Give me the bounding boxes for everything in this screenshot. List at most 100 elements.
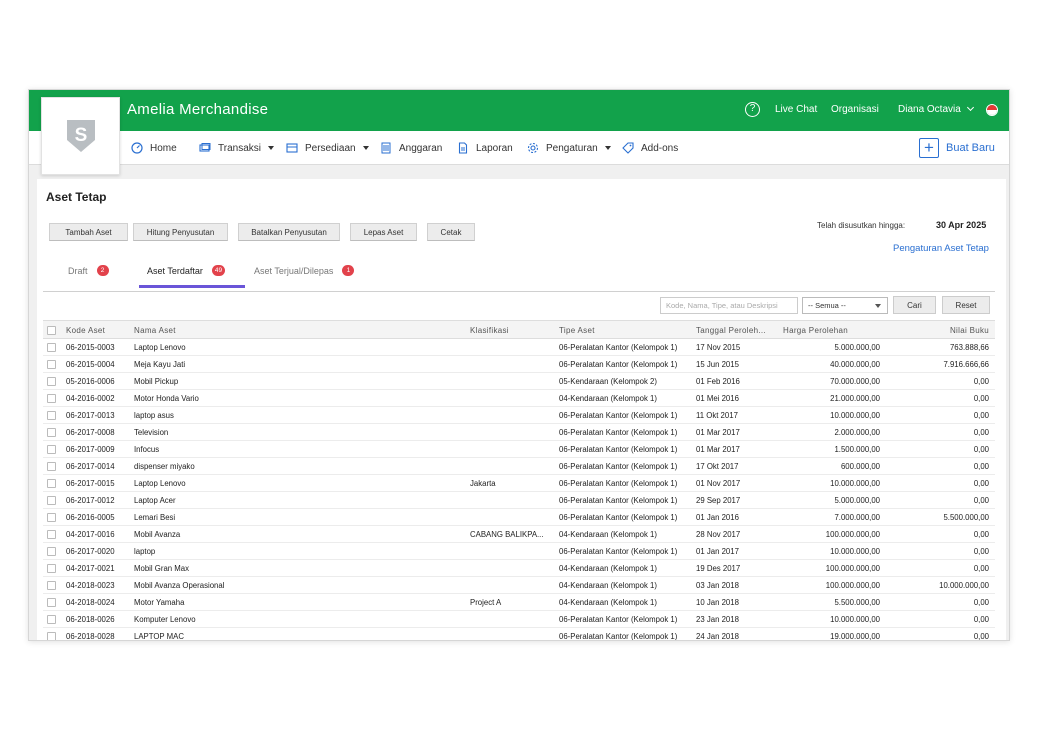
cell-nama: Laptop Lenovo xyxy=(134,479,186,488)
cell-nama: Mobil Gran Max xyxy=(134,564,190,573)
category-select-value: -- Semua -- xyxy=(808,301,846,310)
user-name: Diana Octavia xyxy=(898,104,961,115)
row-checkbox[interactable] xyxy=(47,428,56,437)
row-checkbox[interactable] xyxy=(47,343,56,352)
cell-tipe: 06-Peralatan Kantor (Kelompok 1) xyxy=(559,411,678,420)
table-row[interactable]: 06-2017-0020 laptop 06-Peralatan Kantor (K… xyxy=(43,543,995,560)
cell-harga: 10.000.000,00 xyxy=(830,615,880,624)
tab-aset-terjual[interactable]: Aset Terjual/Dilepas 1 xyxy=(254,265,355,276)
category-select[interactable]: -- Semua -- xyxy=(802,297,888,314)
tambah-aset-button[interactable]: Tambah Aset xyxy=(49,223,128,241)
row-checkbox[interactable] xyxy=(47,360,56,369)
nav-addons[interactable]: Add-ons xyxy=(622,142,678,154)
col-kode[interactable]: Kode Aset xyxy=(66,321,128,340)
col-nilai[interactable]: Nilai Buku xyxy=(893,321,989,340)
col-nama[interactable]: Nama Aset xyxy=(134,321,294,340)
caret-down-icon xyxy=(604,146,611,150)
row-checkbox[interactable] xyxy=(47,632,56,640)
table-row[interactable]: 06-2015-0004 Meja Kayu Jati 06-Peralatan K… xyxy=(43,356,995,373)
row-checkbox[interactable] xyxy=(47,377,56,386)
row-checkbox[interactable] xyxy=(47,598,56,607)
logo-letter: S xyxy=(74,125,87,146)
cell-harga: 5.500.000,00 xyxy=(834,598,880,607)
table-row[interactable]: 06-2017-0015 Laptop Lenovo Jakarta 06-Peral… xyxy=(43,475,995,492)
search-input[interactable]: Kode, Nama, Tipe, atau Deskripsi xyxy=(660,297,798,314)
hitung-penyusutan-button[interactable]: Hitung Penyusutan xyxy=(133,223,228,241)
table-row[interactable]: 06-2017-0008 Television 06-Peralatan Kanto… xyxy=(43,424,995,441)
row-checkbox[interactable] xyxy=(47,564,56,573)
app-window: Amelia Merchandise ? Live Chat Organisas… xyxy=(28,89,1010,641)
table-row[interactable]: 06-2017-0009 Infocus 06-Peralatan Kantor (… xyxy=(43,441,995,458)
nav-laporan[interactable]: Laporan xyxy=(457,142,513,154)
table-row[interactable]: 05-2016-0006 Mobil Pickup 05-Kendaraan (Ke… xyxy=(43,373,995,390)
row-checkbox[interactable] xyxy=(47,496,56,505)
create-new-button[interactable]: + Buat Baru xyxy=(919,136,995,159)
language-flag-icon[interactable] xyxy=(986,104,998,116)
table-row[interactable]: 06-2016-0005 Lemari Besi 06-Peralatan Kant… xyxy=(43,509,995,526)
table-row[interactable]: 06-2017-0014 dispenser miyako 06-Peralatan… xyxy=(43,458,995,475)
cell-nama: Mobil Pickup xyxy=(134,377,179,386)
user-menu[interactable]: Diana Octavia xyxy=(898,103,974,115)
row-checkbox[interactable] xyxy=(47,411,56,420)
cell-nama: Komputer Lenovo xyxy=(134,615,196,624)
tab-aset-terdaftar[interactable]: Aset Terdaftar 49 xyxy=(147,265,226,276)
table-row[interactable]: 06-2017-0013 laptop asus 06-Peralatan Kant… xyxy=(43,407,995,424)
cell-nama: Motor Yamaha xyxy=(134,598,185,607)
cell-tanggal: 28 Nov 2017 xyxy=(696,530,741,539)
cari-button[interactable]: Cari xyxy=(893,296,936,314)
nav-pengaturan-label: Pengaturan xyxy=(546,142,598,154)
row-checkbox[interactable] xyxy=(47,615,56,624)
help-icon[interactable]: ? xyxy=(745,102,760,117)
cell-nama: Mobil Avanza xyxy=(134,530,181,539)
col-tanggal[interactable]: Tanggal Peroleh... xyxy=(696,321,776,340)
depreciation-date: 30 Apr 2025 xyxy=(936,220,987,230)
row-checkbox[interactable] xyxy=(47,394,56,403)
live-chat-link[interactable]: Live Chat xyxy=(775,104,817,115)
cell-nilai: 0,00 xyxy=(973,428,989,437)
cell-tipe: 06-Peralatan Kantor (Kelompok 1) xyxy=(559,428,678,437)
cell-tipe: 06-Peralatan Kantor (Kelompok 1) xyxy=(559,547,678,556)
organisasi-link[interactable]: Organisasi xyxy=(831,104,879,115)
table-header: Kode Aset Nama Aset Klasifikasi Tipe Ase… xyxy=(43,320,995,339)
lepas-aset-button[interactable]: Lepas Aset xyxy=(350,223,417,241)
row-checkbox[interactable] xyxy=(47,445,56,454)
col-tipe[interactable]: Tipe Aset xyxy=(559,321,687,340)
nav-persediaan[interactable]: Persediaan xyxy=(286,142,369,154)
row-checkbox[interactable] xyxy=(47,513,56,522)
table-row[interactable]: 06-2015-0003 Laptop Lenovo 06-Peralatan Ka… xyxy=(43,339,995,356)
building-icon xyxy=(381,142,391,154)
row-checkbox[interactable] xyxy=(47,530,56,539)
nav-anggaran[interactable]: Anggaran xyxy=(380,142,442,154)
row-checkbox[interactable] xyxy=(47,547,56,556)
cell-tipe: 06-Peralatan Kantor (Kelompok 1) xyxy=(559,615,678,624)
cell-nilai: 10.000.000,00 xyxy=(939,581,989,590)
row-checkbox[interactable] xyxy=(47,479,56,488)
row-checkbox[interactable] xyxy=(47,581,56,590)
reset-button[interactable]: Reset xyxy=(942,296,990,314)
row-checkbox[interactable] xyxy=(47,462,56,471)
table-row[interactable]: 04-2017-0016 Mobil Avanza CABANG BALIKPA..… xyxy=(43,526,995,543)
depreciation-label: Telah disusutkan hingga: xyxy=(817,221,906,230)
cetak-button[interactable]: Cetak xyxy=(427,223,475,241)
nav-pengaturan[interactable]: Pengaturan xyxy=(527,142,611,154)
cell-nama: Lemari Besi xyxy=(134,513,176,522)
col-harga[interactable]: Harga Perolehan xyxy=(783,321,880,340)
table-row[interactable]: 06-2017-0012 Laptop Acer 06-Peralatan Kant… xyxy=(43,492,995,509)
cell-nama: laptop xyxy=(134,547,156,556)
asset-settings-link[interactable]: Pengaturan Aset Tetap xyxy=(893,243,989,254)
table-row[interactable]: 04-2016-0002 Motor Honda Vario 04-Kendaraa… xyxy=(43,390,995,407)
nav-transaksi-label: Transaksi xyxy=(218,142,261,154)
select-all-checkbox[interactable] xyxy=(47,326,56,335)
table-row[interactable]: 04-2018-0023 Mobil Avanza Operasional 04-K… xyxy=(43,577,995,594)
batalkan-penyusutan-button[interactable]: Batalkan Penyusutan xyxy=(238,223,340,241)
nav-home[interactable]: Home xyxy=(131,142,177,154)
company-logo[interactable]: S xyxy=(41,97,120,175)
table-row[interactable]: 06-2018-0028 LAPTOP MAC 06-Peralatan Kanto… xyxy=(43,628,995,640)
table-row[interactable]: 04-2017-0021 Mobil Gran Max 04-Kendaraan (… xyxy=(43,560,995,577)
nav-transaksi[interactable]: Transaksi xyxy=(199,142,274,154)
caret-down-icon xyxy=(875,304,881,308)
table-row[interactable]: 04-2018-0024 Motor Yamaha Project A 04-Kend… xyxy=(43,594,995,611)
col-klasifikasi[interactable]: Klasifikasi xyxy=(470,321,552,340)
table-row[interactable]: 06-2018-0026 Komputer Lenovo 06-Peralatan … xyxy=(43,611,995,628)
tab-draft[interactable]: Draft 2 xyxy=(68,265,109,276)
